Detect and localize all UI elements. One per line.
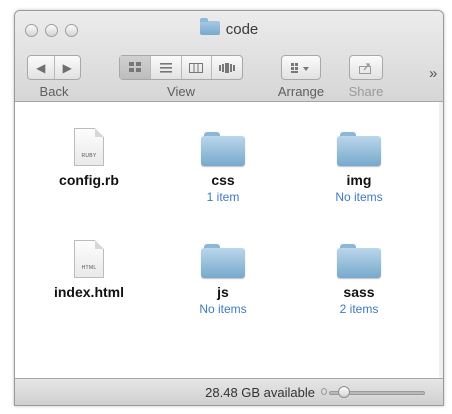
folder-icon — [337, 132, 381, 166]
item-count: 2 items — [339, 302, 379, 316]
window-title-text: code — [225, 21, 259, 38]
item-img[interactable]: img No items — [299, 132, 419, 204]
folder-icon — [201, 244, 245, 278]
item-index-html[interactable]: HTML index.html — [29, 240, 149, 300]
item-name: css — [211, 172, 235, 188]
coverflow-view-icon — [219, 62, 236, 73]
column-view-button[interactable] — [182, 56, 213, 79]
list-view-button[interactable] — [151, 56, 182, 79]
item-name: js — [217, 284, 229, 300]
icon-size-slider-knob[interactable] — [338, 386, 350, 398]
ruby-file-icon: RUBY — [74, 128, 104, 166]
file-type-tag: HTML — [81, 265, 97, 271]
item-css[interactable]: css 1 item — [163, 132, 283, 204]
share-label: Share — [348, 84, 384, 99]
folder-icon — [199, 18, 220, 35]
file-grid: RUBY config.rb css 1 item img No items H… — [15, 102, 443, 378]
item-count: No items — [199, 302, 247, 316]
item-config-rb[interactable]: RUBY config.rb — [29, 128, 149, 188]
finder-window: code ◀ ▶ Back View Arrange Share » RUBY … — [14, 10, 444, 406]
view-label: View — [167, 84, 195, 99]
back-button[interactable]: ◀ — [28, 56, 55, 79]
folder-icon — [201, 132, 245, 166]
html-file-icon: HTML — [74, 240, 104, 278]
share-icon — [359, 62, 371, 74]
folder-icon — [337, 244, 381, 278]
arrange-segment — [282, 56, 320, 79]
forward-button[interactable]: ▶ — [55, 56, 81, 79]
item-name: config.rb — [59, 172, 119, 188]
item-count: 1 item — [206, 190, 240, 204]
share-segment — [350, 56, 382, 79]
icon-view-button[interactable] — [120, 56, 151, 79]
list-view-icon — [159, 62, 172, 73]
item-js[interactable]: js No items — [163, 244, 283, 316]
forward-arrow-icon: ▶ — [62, 60, 72, 75]
item-name: index.html — [53, 284, 124, 300]
icon-view-icon — [128, 62, 141, 72]
status-bar: 28.48 GB available — [15, 378, 443, 405]
window-title: code — [15, 18, 443, 38]
item-name: img — [346, 172, 372, 188]
small-icon-size-icon — [321, 388, 327, 395]
file-type-tag: RUBY — [81, 153, 97, 159]
arrange-label: Arrange — [277, 84, 325, 99]
item-count: No items — [335, 190, 383, 204]
arrange-icon — [291, 62, 309, 73]
back-label: Back — [39, 84, 69, 99]
item-sass[interactable]: sass 2 items — [299, 244, 419, 316]
back-forward-control: ◀ ▶ — [27, 55, 81, 80]
titlebar: code ◀ ▶ Back View Arrange Share » — [15, 11, 443, 102]
arrange-button[interactable] — [281, 55, 321, 80]
available-space: 28.48 GB available — [205, 385, 315, 400]
toolbar-overflow-icon[interactable]: » — [429, 65, 437, 82]
share-button[interactable] — [349, 55, 383, 80]
view-control — [119, 55, 243, 80]
column-view-icon — [189, 62, 204, 73]
scrollbar-track[interactable] — [439, 102, 443, 378]
back-arrow-icon: ◀ — [36, 60, 46, 75]
coverflow-view-button[interactable] — [212, 56, 242, 79]
item-name: sass — [343, 284, 375, 300]
